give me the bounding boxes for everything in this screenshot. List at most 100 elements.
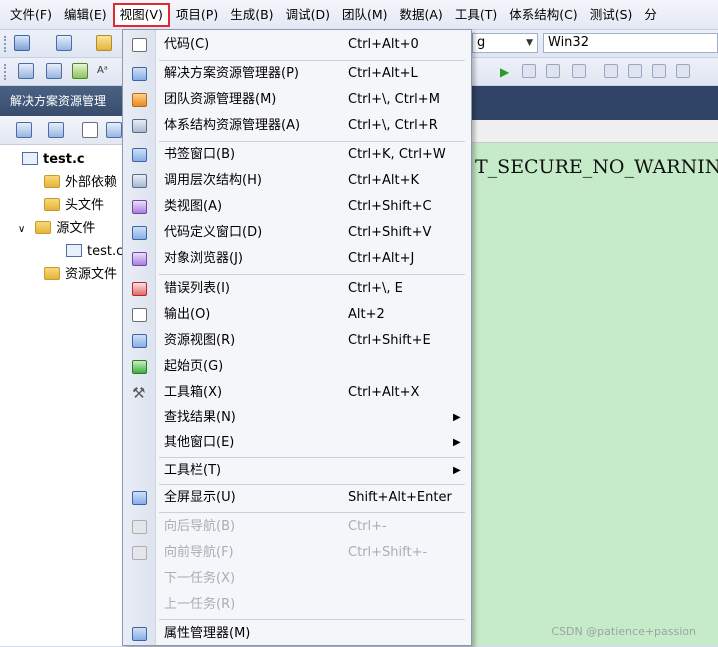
submenu-arrow-icon: ▶	[453, 412, 461, 423]
menu-item-previous-task: 上一任务(R)	[164, 597, 236, 612]
new-project-icon[interactable]	[14, 35, 30, 51]
menu-separator	[159, 274, 465, 275]
menu-project[interactable]: 项目(P)	[170, 3, 224, 27]
cpp-file-icon	[66, 244, 82, 257]
solution-config-select[interactable]: g ▼	[472, 33, 538, 53]
submenu-arrow-icon: ▶	[453, 465, 461, 476]
menu-build[interactable]: 生成(B)	[224, 3, 279, 27]
open-folder-icon[interactable]	[96, 35, 112, 51]
chevron-down-icon: ▼	[526, 38, 533, 48]
show-next-statement-icon[interactable]	[604, 64, 618, 78]
menu-item-other-windows[interactable]: 其他窗口(E) ▶	[123, 430, 471, 456]
menu-analyze[interactable]: 分	[638, 3, 663, 27]
platform-value: Win32	[548, 35, 589, 50]
menu-debug[interactable]: 调试(D)	[280, 3, 336, 27]
navigate-forward-icon	[132, 546, 147, 560]
menu-view[interactable]: 视图(V)	[112, 2, 170, 27]
start-page-icon	[132, 360, 147, 374]
show-all-files-icon[interactable]	[48, 122, 64, 138]
resource-view-icon	[132, 334, 147, 348]
menu-item-navigate-backward: 向后导航(B) Ctrl+-	[123, 514, 471, 540]
panel-toolbar	[0, 116, 125, 145]
menu-architecture[interactable]: 体系结构(C)	[503, 3, 583, 27]
object-browser-icon	[132, 252, 147, 266]
parameter-info-icon[interactable]	[46, 63, 62, 79]
menu-data[interactable]: 数据(A)	[394, 3, 449, 27]
add-item-icon[interactable]	[56, 35, 72, 51]
call-hierarchy-icon	[132, 174, 147, 188]
pause-icon[interactable]	[522, 64, 536, 78]
tree-resource-files[interactable]: 资源文件	[44, 264, 117, 286]
stop-icon[interactable]	[546, 64, 560, 78]
menu-item-team-explorer[interactable]: 团队资源管理器(M) Ctrl+\, Ctrl+M	[123, 87, 471, 113]
menu-item-call-hierarchy[interactable]: 调用层次结构(H) Ctrl+Alt+K	[123, 168, 471, 194]
menu-item-toolbars[interactable]: 工具栏(T) ▶	[123, 458, 471, 484]
solution-explorer-panel: 解决方案资源管理 test.c 外部依赖 头文件 ∨ 源文件 test.c 资源文…	[0, 86, 126, 646]
menu-tools[interactable]: 工具(T)	[449, 3, 503, 27]
full-screen-icon	[132, 491, 147, 505]
platform-select[interactable]: Win32	[543, 33, 718, 53]
menu-bar: 文件(F) 编辑(E) 视图(V) 项目(P) 生成(B) 调试(D) 团队(M…	[0, 0, 718, 30]
code-line: T_SECURE_NO_WARNINGS	[475, 156, 718, 178]
menu-item-start-page[interactable]: 起始页(G)	[123, 354, 471, 380]
project-icon	[22, 152, 38, 165]
menu-separator	[159, 619, 465, 620]
toolbar-grip[interactable]	[4, 36, 9, 52]
menu-item-toolbox[interactable]: ⚒ 工具箱(X) Ctrl+Alt+X	[123, 380, 471, 406]
menu-item-object-browser[interactable]: 对象浏览器(J) Ctrl+Alt+J	[123, 246, 471, 272]
menu-item-class-view[interactable]: 类视图(A) Ctrl+Shift+C	[123, 194, 471, 220]
code-definition-icon	[132, 226, 147, 240]
error-list-icon	[132, 282, 147, 296]
menu-item-solution-explorer[interactable]: 解决方案资源管理器(P) Ctrl+Alt+L	[123, 61, 471, 87]
view-code-icon[interactable]	[82, 122, 98, 138]
tree-project[interactable]: test.c	[22, 149, 85, 171]
menu-file[interactable]: 文件(F)	[4, 3, 58, 27]
start-debugging-icon[interactable]: ▶	[500, 65, 509, 79]
properties-icon[interactable]	[16, 122, 32, 138]
menu-item-code-definition[interactable]: 代码定义窗口(D) Ctrl+Shift+V	[123, 220, 471, 246]
menu-item-next-task: 下一任务(X)	[164, 571, 236, 586]
folder-icon	[44, 267, 60, 280]
word-complete-icon[interactable]: Aᵃ	[97, 63, 113, 79]
folder-icon	[44, 198, 60, 211]
menu-item-error-list[interactable]: 错误列表(I) Ctrl+\, E	[123, 276, 471, 302]
tree-source-file[interactable]: test.c	[66, 241, 123, 263]
menu-item-find-results[interactable]: 查找结果(N) ▶	[123, 405, 471, 431]
solution-explorer-icon	[132, 67, 147, 81]
menu-edit[interactable]: 编辑(E)	[58, 3, 113, 27]
folder-icon	[44, 175, 60, 188]
tree-header-files[interactable]: 头文件	[44, 195, 104, 217]
menu-item-code[interactable]: 代码(C) Ctrl+Alt+0	[123, 32, 471, 58]
step-into-icon[interactable]	[628, 64, 642, 78]
restart-icon[interactable]	[572, 64, 586, 78]
solution-config-value: g	[477, 35, 486, 50]
menu-item-full-screen[interactable]: 全屏显示(U) Shift+Alt+Enter	[123, 485, 471, 511]
tree-source-files[interactable]: ∨ 源文件	[18, 218, 95, 240]
team-explorer-icon	[132, 93, 147, 107]
class-view-icon	[132, 200, 147, 214]
watermark: CSDN @patience+passion	[551, 625, 696, 638]
toolbar-grip[interactable]	[4, 64, 9, 80]
architecture-explorer-icon	[132, 119, 147, 133]
panel-title: 解决方案资源管理	[0, 86, 125, 116]
navigate-backward-icon	[132, 520, 147, 534]
step-over-icon[interactable]	[652, 64, 666, 78]
display-object-icon[interactable]	[18, 63, 34, 79]
toolbox-icon: ⚒	[132, 384, 146, 402]
menu-item-resource-view[interactable]: 资源视图(R) Ctrl+Shift+E	[123, 328, 471, 354]
menu-item-property-manager[interactable]: 属性管理器(M)	[123, 621, 471, 647]
menu-separator	[159, 512, 465, 513]
menu-item-architecture-explorer[interactable]: 体系结构资源管理器(A) Ctrl+\, Ctrl+R	[123, 113, 471, 139]
property-manager-icon	[132, 627, 147, 641]
tree-external-dependencies[interactable]: 外部依赖	[44, 172, 117, 194]
quick-info-icon[interactable]	[72, 63, 88, 79]
step-out-icon[interactable]	[676, 64, 690, 78]
menu-item-output[interactable]: 输出(O) Alt+2	[123, 302, 471, 328]
menu-test[interactable]: 测试(S)	[584, 3, 639, 27]
menu-item-bookmark-window[interactable]: 书签窗口(B) Ctrl+K, Ctrl+W	[123, 142, 471, 168]
menu-team[interactable]: 团队(M)	[336, 3, 394, 27]
submenu-arrow-icon: ▶	[453, 437, 461, 448]
folder-open-icon	[35, 221, 52, 234]
refresh-icon[interactable]	[106, 122, 122, 138]
chevron-down-icon[interactable]: ∨	[18, 224, 25, 235]
